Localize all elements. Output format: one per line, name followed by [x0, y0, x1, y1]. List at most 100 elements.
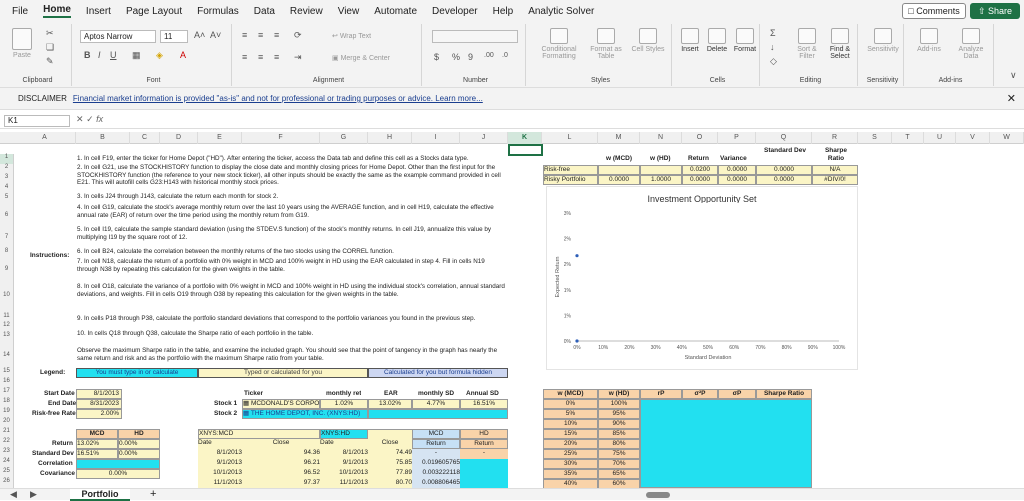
col-header-q[interactable]: Q [756, 132, 812, 144]
align-center-icon[interactable]: ≡ [258, 52, 263, 62]
col-header-w[interactable]: W [990, 132, 1024, 144]
insert-cells-button[interactable]: Insert [678, 28, 702, 53]
history-row[interactable] [460, 459, 508, 469]
increase-decimal-icon[interactable]: .00 [484, 52, 494, 59]
spreadsheet-grid[interactable]: A B C D E F G H I J K L M N O P Q R S T … [0, 132, 1024, 488]
row-header-7[interactable]: 7 [0, 226, 14, 248]
function-icon[interactable]: fx [96, 114, 103, 124]
format-cells-button[interactable]: Format [732, 28, 758, 53]
col-header-c[interactable]: C [130, 132, 160, 144]
collapse-ribbon-icon[interactable]: ∨ [1010, 70, 1017, 81]
col-header-k[interactable]: K [508, 132, 542, 144]
autosum-icon[interactable]: Σ [770, 28, 776, 38]
italic-icon[interactable]: I [98, 50, 101, 60]
row-header-22[interactable]: 22 [0, 438, 14, 448]
history-row[interactable] [460, 469, 508, 479]
row-header-17[interactable]: 17 [0, 388, 14, 398]
col-header-f[interactable]: F [242, 132, 320, 144]
end-date-value[interactable]: 8/31/2023 [76, 399, 122, 409]
enter-icon[interactable]: ✓ [86, 114, 94, 124]
col-header-u[interactable]: U [924, 132, 956, 144]
col-header-i[interactable]: I [412, 132, 460, 144]
format-as-table-button[interactable]: Format as Table [586, 28, 626, 60]
add-sheet-icon[interactable]: + [150, 488, 156, 500]
menu-insert[interactable]: Insert [86, 6, 111, 17]
menu-developer[interactable]: Developer [432, 6, 478, 17]
row-header-21[interactable]: 21 [0, 428, 14, 438]
cancel-icon[interactable]: ✕ [76, 114, 84, 124]
row-header-11[interactable]: 11 [0, 310, 14, 322]
currency-icon[interactable]: $ [434, 52, 439, 62]
col-header-p[interactable]: P [718, 132, 756, 144]
find-select-button[interactable]: Find & Select [824, 28, 856, 60]
col-header-t[interactable]: T [892, 132, 924, 144]
row-header-1[interactable]: 1 [0, 154, 14, 164]
name-box[interactable]: K1 [4, 115, 70, 127]
indent-icon[interactable]: ⇥ [294, 52, 302, 63]
analyze-data-button[interactable]: Analyze Data [952, 28, 990, 60]
scroll-right-icon[interactable]: ▶ [30, 489, 37, 500]
decrease-decimal-icon[interactable]: .0 [502, 52, 508, 59]
stock1-ticker[interactable]: ▦ MCDONALD'S CORPO [242, 399, 320, 409]
border-icon[interactable]: ▦ [132, 50, 141, 61]
menu-formulas[interactable]: Formulas [197, 6, 239, 17]
grow-font-icon[interactable]: A˄ [194, 30, 205, 40]
format-painter-icon[interactable]: ✎ [46, 56, 54, 67]
menu-help[interactable]: Help [493, 6, 514, 17]
align-middle-icon[interactable]: ≡ [258, 30, 263, 40]
scroll-left-icon[interactable]: ◀ [10, 489, 17, 500]
align-top-icon[interactable]: ≡ [242, 30, 247, 40]
col-header-v[interactable]: V [956, 132, 990, 144]
comma-icon[interactable]: 9 [468, 52, 473, 62]
col-header-e[interactable]: E [198, 132, 242, 144]
row-header-16[interactable]: 16 [0, 378, 14, 388]
row-header-12[interactable]: 12 [0, 322, 14, 332]
merge-center-button[interactable]: ▣ Merge & Center [332, 54, 390, 62]
row-header-15[interactable]: 15 [0, 368, 14, 378]
row-header-19[interactable]: 19 [0, 408, 14, 418]
orientation-icon[interactable]: ⟳ [294, 30, 302, 41]
align-bottom-icon[interactable]: ≡ [274, 30, 279, 40]
start-date-value[interactable]: 8/1/2013 [76, 389, 122, 399]
bold-icon[interactable]: B [84, 50, 91, 60]
col-header-b[interactable]: B [76, 132, 130, 144]
col-header-o[interactable]: O [682, 132, 718, 144]
share-button[interactable]: ⇧ Share [970, 3, 1020, 19]
copy-icon[interactable]: ❏ [46, 42, 54, 53]
shrink-font-icon[interactable]: A˅ [210, 30, 221, 40]
formula-input[interactable] [140, 115, 1020, 127]
col-header-l[interactable]: L [542, 132, 598, 144]
correlation-input[interactable] [76, 459, 160, 469]
horizontal-scrollbar[interactable] [640, 492, 1020, 498]
col-header-j[interactable]: J [460, 132, 508, 144]
font-color-icon[interactable]: A [180, 50, 186, 60]
delete-cells-button[interactable]: Delete [704, 28, 730, 53]
sort-filter-button[interactable]: Sort & Filter [792, 28, 822, 60]
history-row[interactable] [460, 479, 508, 488]
col-header-h[interactable]: H [368, 132, 412, 144]
close-icon[interactable]: ✕ [1007, 92, 1016, 105]
row-header-25[interactable]: 25 [0, 468, 14, 478]
portfolio-input-area[interactable] [640, 399, 812, 488]
menu-home[interactable]: Home [43, 4, 71, 18]
row-header-23[interactable]: 23 [0, 448, 14, 458]
fill-icon[interactable]: ↓ [770, 42, 775, 52]
fill-color-icon[interactable]: ◈ [156, 50, 163, 61]
col-header-s[interactable]: S [858, 132, 892, 144]
menu-automate[interactable]: Automate [374, 6, 417, 17]
row-header-3[interactable]: 3 [0, 174, 14, 184]
sheet-tab-portfolio[interactable]: Portfolio [70, 489, 130, 501]
col-header-a[interactable]: A [14, 132, 76, 144]
wrap-text-button[interactable]: ↩ Wrap Text [332, 32, 371, 40]
risk-free-value[interactable]: 2.00% [76, 409, 122, 419]
menu-page-layout[interactable]: Page Layout [126, 6, 182, 17]
conditional-formatting-button[interactable]: Conditional Formatting [536, 28, 582, 60]
cut-icon[interactable]: ✂ [46, 28, 54, 39]
row-header-20[interactable]: 20 [0, 418, 14, 428]
font-name-select[interactable]: Aptos Narrow [80, 30, 156, 43]
row-header-4[interactable]: 4 [0, 184, 14, 194]
row-header-24[interactable]: 24 [0, 458, 14, 468]
col-header-g[interactable]: G [320, 132, 368, 144]
row-header-6[interactable]: 6 [0, 204, 14, 226]
disclaimer-link[interactable]: Financial market information is provided… [73, 94, 483, 103]
